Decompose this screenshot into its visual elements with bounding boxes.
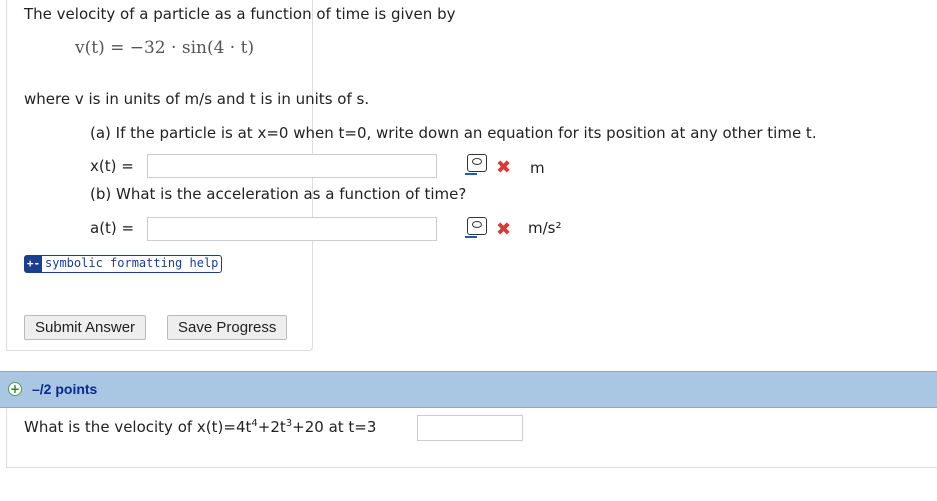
eye-icon: [472, 158, 482, 165]
incorrect-icon: ✖: [496, 157, 512, 178]
part-b-text: (b) What is the acceleration as a functi…: [90, 185, 467, 203]
question-header-band: + –/2 points: [0, 371, 937, 408]
velocity-answer-input[interactable]: [417, 415, 523, 441]
x-unit: m: [530, 159, 545, 177]
a-unit: m/s²: [528, 219, 562, 237]
arrow-icon: [465, 236, 477, 238]
units-text: where v is in units of m/s and t is in u…: [24, 90, 370, 108]
a-label: a(t) =: [90, 219, 135, 237]
equation-text: v(t) = −32 · sin(4 · t): [75, 38, 255, 58]
prompt-mid: +2t: [257, 418, 286, 436]
eye-icon: [472, 221, 482, 228]
question-intro: The velocity of a particle as a function…: [24, 5, 456, 23]
card-border: [6, 467, 937, 468]
plus-minus-icon: +-: [25, 256, 42, 272]
part-a-text: (a) If the particle is at x=0 when t=0, …: [90, 124, 817, 142]
expand-plus-icon[interactable]: +: [8, 382, 22, 396]
points-label: –/2 points: [32, 381, 98, 397]
x-label: x(t) =: [90, 157, 134, 175]
save-progress-button[interactable]: Save Progress: [167, 315, 288, 340]
preview-icon[interactable]: [465, 154, 487, 175]
prompt-suffix: +20 at t=3: [292, 418, 377, 436]
arrow-icon: [465, 173, 477, 175]
question2-prompt: What is the velocity of x(t)=4t4+2t3+20 …: [24, 418, 376, 436]
help-label: symbolic formatting help: [45, 256, 219, 270]
symbolic-formatting-help-button[interactable]: +- symbolic formatting help: [24, 255, 223, 273]
card-border: [6, 408, 7, 468]
acceleration-answer-input[interactable]: [147, 217, 437, 241]
incorrect-icon: ✖: [496, 219, 512, 240]
preview-icon[interactable]: [465, 217, 487, 238]
submit-answer-button[interactable]: Submit Answer: [24, 315, 147, 340]
position-answer-input[interactable]: [147, 154, 437, 178]
velocity-equation: v(t) = −32 · sin(4 · t): [75, 38, 254, 58]
prompt-prefix: What is the velocity of x(t)=4t: [24, 418, 252, 436]
